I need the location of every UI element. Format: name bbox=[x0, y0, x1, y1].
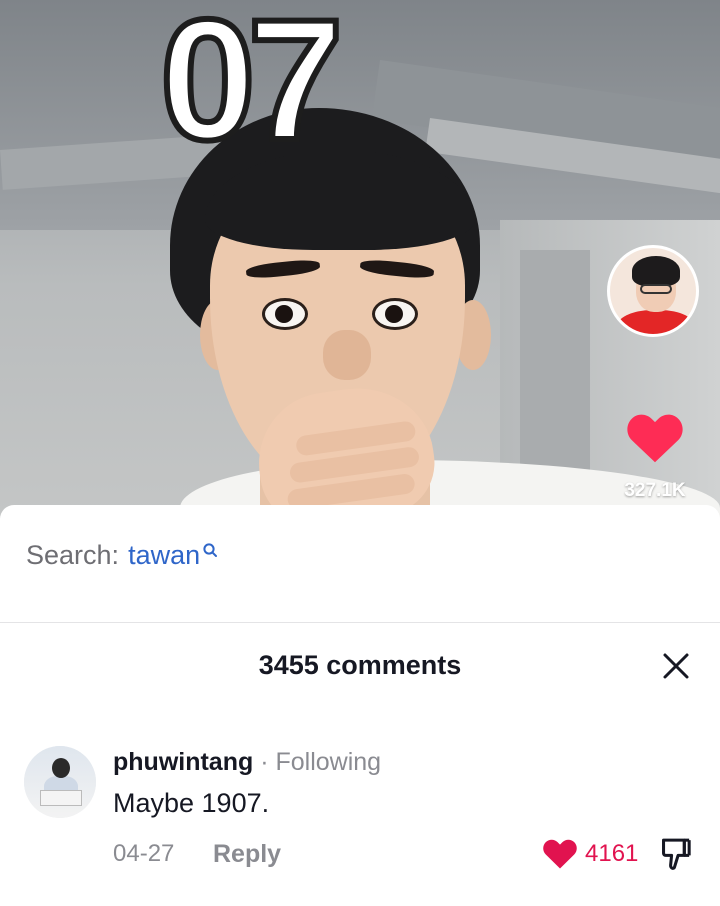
avatar-hair bbox=[632, 256, 680, 286]
search-term-link[interactable]: tawan bbox=[128, 540, 200, 571]
comment-username[interactable]: phuwintang bbox=[113, 748, 253, 776]
search-icon bbox=[203, 543, 218, 557]
video-like-count: 327.1K bbox=[624, 480, 686, 501]
commenter-avatar[interactable] bbox=[24, 746, 96, 818]
video-player[interactable]: 07 327.1K bbox=[0, 0, 720, 520]
heart-icon[interactable] bbox=[541, 836, 579, 870]
person-eye bbox=[372, 298, 418, 330]
dislike-icon[interactable] bbox=[659, 836, 693, 872]
person-nose bbox=[323, 330, 371, 380]
comments-count-title: 3455 comments bbox=[258, 650, 462, 680]
avatar-head bbox=[52, 758, 70, 778]
close-icon[interactable] bbox=[660, 650, 692, 682]
avatar-shirt bbox=[616, 310, 696, 334]
divider bbox=[0, 622, 720, 623]
reply-button[interactable]: Reply bbox=[213, 840, 281, 869]
comment-username-row[interactable]: phuwintang · Following bbox=[113, 748, 381, 777]
creator-avatar[interactable] bbox=[607, 245, 699, 337]
comment-date: 04-27 bbox=[113, 840, 175, 867]
following-label: · Following bbox=[260, 748, 382, 776]
related-search[interactable]: Search: tawan bbox=[26, 540, 218, 571]
overlay-number: 07 bbox=[157, 0, 346, 176]
heart-icon[interactable] bbox=[622, 404, 688, 470]
comment-like-count: 4161 bbox=[585, 840, 639, 867]
comment-text: Maybe 1907. bbox=[113, 788, 270, 818]
search-prefix: Search: bbox=[26, 540, 120, 570]
avatar-glasses bbox=[640, 284, 672, 294]
avatar-laptop bbox=[40, 790, 82, 806]
person-eye bbox=[262, 298, 308, 330]
